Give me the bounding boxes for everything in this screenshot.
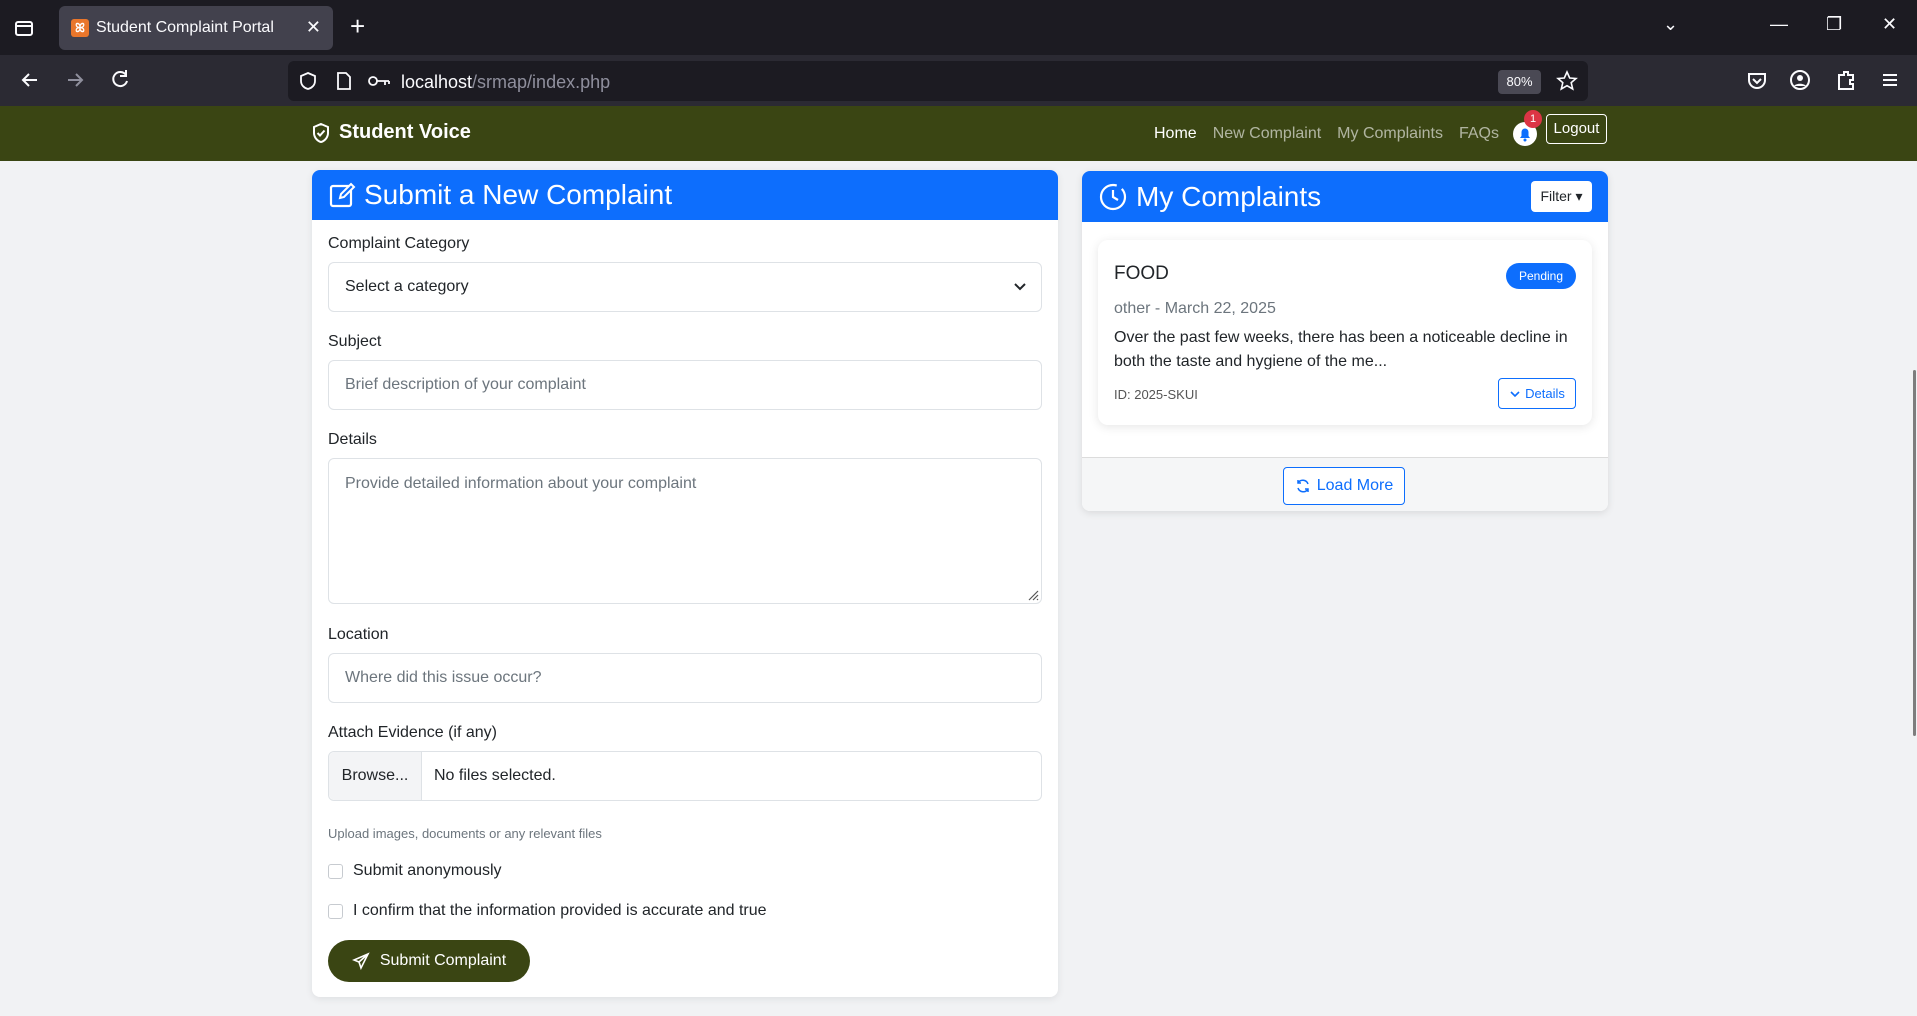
complaint-item[interactable]: FOOD Pending other - March 22, 2025 Over… <box>1098 240 1592 425</box>
category-select[interactable]: Select a category <box>328 262 1042 312</box>
account-icon[interactable] <box>1787 67 1813 93</box>
evidence-label: Attach Evidence (if any) <box>328 724 497 741</box>
category-label: Complaint Category <box>328 235 470 252</box>
anonymous-checkbox-row[interactable]: Submit anonymously <box>328 862 502 880</box>
restore-icon[interactable]: ❐ <box>1826 14 1842 35</box>
minimize-icon[interactable]: — <box>1770 14 1788 35</box>
tab-title: Student Complaint Portal <box>96 19 274 36</box>
status-badge: Pending <box>1506 263 1576 289</box>
details-label: Details <box>328 431 377 448</box>
confirm-checkbox[interactable] <box>328 903 343 919</box>
anonymous-checkbox[interactable] <box>328 863 343 879</box>
resize-handle-icon[interactable] <box>1027 589 1039 601</box>
browse-button[interactable]: Browse... <box>329 752 422 800</box>
reload-icon[interactable] <box>107 67 133 93</box>
load-more-button[interactable]: Load More <box>1283 467 1405 505</box>
load-more-label: Load More <box>1316 477 1394 494</box>
details-label: Details <box>1525 386 1565 401</box>
subject-input[interactable]: Brief description of your complaint <box>328 360 1042 410</box>
category-value: Select a category <box>345 278 469 295</box>
refresh-icon <box>1297 479 1309 493</box>
form-header: Submit a New Complaint <box>312 170 1058 220</box>
brand-name: Student Voice <box>339 121 471 143</box>
chevron-down-icon <box>1014 283 1026 291</box>
logout-button[interactable]: Logout <box>1546 114 1607 144</box>
nav-faqs[interactable]: FAQs <box>1459 125 1499 143</box>
address-bar[interactable]: localhost/srmap/index.php 80% <box>288 61 1588 101</box>
url-text[interactable]: localhost/srmap/index.php <box>401 72 610 93</box>
close-window-icon[interactable]: ✕ <box>1882 14 1897 35</box>
subject-label: Subject <box>328 333 382 350</box>
form-title: Submit a New Complaint <box>364 179 673 210</box>
location-placeholder: Where did this issue occur? <box>345 669 542 686</box>
xampp-favicon-icon: ꕤ <box>71 19 89 37</box>
main-menu: Home New Complaint My Complaints FAQs <box>1154 125 1499 143</box>
new-tab-icon[interactable]: + <box>350 13 365 39</box>
zoom-level[interactable]: 80% <box>1498 70 1541 94</box>
nav-my-complaints[interactable]: My Complaints <box>1337 125 1443 143</box>
submit-label: Submit Complaint <box>379 952 507 969</box>
complaints-footer: Load More <box>1082 457 1608 511</box>
upload-help-text: Upload images, documents or any relevant… <box>328 826 602 841</box>
browser-tab[interactable]: ꕤ Student Complaint Portal ✕ <box>59 6 333 50</box>
evidence-file-input[interactable]: Browse... No files selected. <box>328 751 1042 801</box>
details-button[interactable]: Details <box>1498 378 1576 409</box>
complaint-meta: other - March 22, 2025 <box>1114 300 1276 317</box>
menu-icon[interactable] <box>1877 67 1903 93</box>
key-icon[interactable] <box>367 73 391 89</box>
nav-new-complaint[interactable]: New Complaint <box>1213 125 1321 143</box>
bookmark-star-icon[interactable] <box>1556 70 1578 92</box>
confirm-checkbox-row[interactable]: I confirm that the information provided … <box>328 902 767 920</box>
complaint-title: FOOD <box>1114 263 1169 284</box>
notification-badge: 1 <box>1524 110 1542 128</box>
anonymous-label[interactable]: Submit anonymously <box>353 862 502 880</box>
complaints-title: My Complaints <box>1136 180 1322 212</box>
browser-tab-bar: ꕤ Student Complaint Portal ✕ + ⌄ — ❐ ✕ <box>0 0 1917 55</box>
submit-complaint-button[interactable]: Submit Complaint <box>328 940 530 982</box>
my-complaints-card: My Complaints Filter ▾ FOOD Pending othe… <box>1082 171 1608 511</box>
subject-placeholder: Brief description of your complaint <box>345 376 586 393</box>
forward-icon[interactable] <box>62 67 88 93</box>
page-icon[interactable] <box>335 71 353 91</box>
brand[interactable]: Student Voice <box>311 121 471 144</box>
file-status: No files selected. <box>434 767 556 784</box>
complaint-form-card: Submit a New Complaint Complaint Categor… <box>312 170 1058 997</box>
chevron-down-icon <box>1510 390 1520 397</box>
close-tab-icon[interactable]: ✕ <box>306 18 321 36</box>
location-input[interactable]: Where did this issue occur? <box>328 653 1042 703</box>
pocket-icon[interactable] <box>1744 67 1770 93</box>
details-textarea[interactable]: Provide detailed information about your … <box>328 458 1042 604</box>
location-label: Location <box>328 626 389 643</box>
complaint-description: Over the past few weeks, there has been … <box>1114 329 1568 370</box>
history-clock-icon <box>1099 183 1127 210</box>
send-icon <box>351 952 370 970</box>
edit-icon <box>329 182 356 208</box>
shield-check-icon <box>313 122 329 143</box>
details-placeholder: Provide detailed information about your … <box>345 475 697 492</box>
extensions-icon[interactable] <box>1833 67 1859 93</box>
url-host: localhost <box>401 72 473 92</box>
filter-dropdown-button[interactable]: Filter ▾ <box>1531 181 1592 212</box>
confirm-label[interactable]: I confirm that the information provided … <box>353 902 767 920</box>
url-path: /srmap/index.php <box>472 72 611 92</box>
nav-home[interactable]: Home <box>1154 125 1197 143</box>
page-scrollbar[interactable] <box>1913 370 1916 736</box>
browser-nav-bar: localhost/srmap/index.php 80% <box>0 55 1917 106</box>
shield-icon[interactable] <box>298 71 318 91</box>
tab-list-icon[interactable] <box>10 14 38 42</box>
back-icon[interactable] <box>17 67 43 93</box>
chevron-down-icon[interactable]: ⌄ <box>1663 14 1678 35</box>
complaint-id: ID: 2025-SKUI <box>1114 387 1198 402</box>
site-navbar: Student Voice Home New Complaint My Comp… <box>0 106 1917 161</box>
filter-label: Filter <box>1540 188 1572 204</box>
complaints-header: My Complaints Filter ▾ <box>1082 171 1608 222</box>
